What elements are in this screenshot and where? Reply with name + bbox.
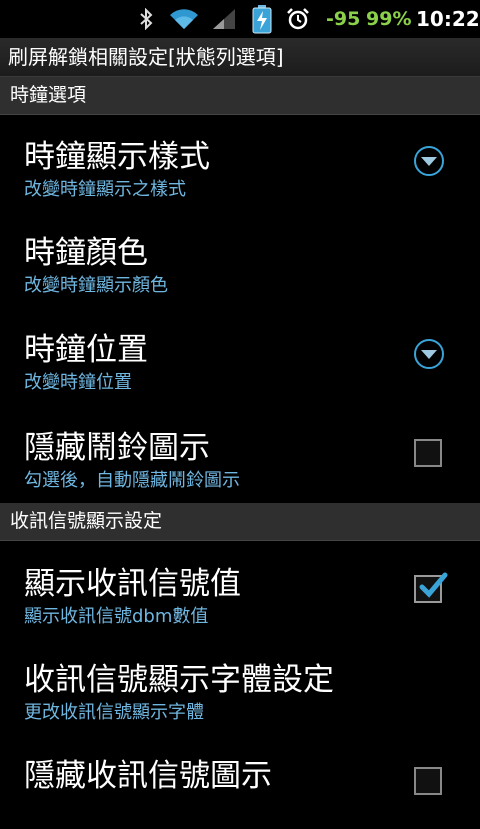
title-bar: 刷屏解鎖相關設定[狀態列選項] xyxy=(0,38,480,78)
pref-hide-alarm-icon[interactable]: 隱藏鬧鈴圖示 勾選後，自動隱藏鬧鈴圖示 xyxy=(0,405,480,501)
alarm-icon xyxy=(287,8,309,30)
pref-show-signal-value[interactable]: 顯示收訊信號值 顯示收訊信號dbm數值 xyxy=(0,541,480,637)
pref-summary: 更改收訊信號顯示字體 xyxy=(24,702,204,723)
battery-charging-icon xyxy=(252,5,272,34)
pref-title: 隱藏鬧鈴圖示 xyxy=(24,430,210,466)
section-label: 收訊信號顯示設定 xyxy=(10,510,163,532)
section-label: 時鐘選項 xyxy=(10,84,87,106)
dropdown-arrow-icon[interactable] xyxy=(414,146,444,176)
pref-clock-style[interactable]: 時鐘顯示樣式 改變時鐘顯示之樣式 xyxy=(0,114,480,210)
pref-title: 收訊信號顯示字體設定 xyxy=(24,662,334,698)
bluetooth-icon xyxy=(140,8,153,30)
pref-summary: 改變時鐘顯示顏色 xyxy=(24,275,168,296)
hide-alarm-checkbox[interactable] xyxy=(414,439,442,467)
hide-signal-checkbox[interactable] xyxy=(414,767,442,795)
pref-title: 顯示收訊信號值 xyxy=(24,566,241,602)
pref-signal-font[interactable]: 收訊信號顯示字體設定 更改收訊信號顯示字體 xyxy=(0,637,480,733)
pref-title: 時鐘顯示樣式 xyxy=(24,139,210,175)
pref-clock-color[interactable]: 時鐘顏色 改變時鐘顯示顏色 xyxy=(0,210,480,306)
section-header-clock: 時鐘選項 xyxy=(0,77,480,115)
pref-summary: 改變時鐘顯示之樣式 xyxy=(24,179,186,200)
pref-summary: 勾選後，自動隱藏鬧鈴圖示 xyxy=(24,470,240,491)
pref-title: 時鐘顏色 xyxy=(24,235,148,271)
pref-title: 隱藏收訊信號圖示 xyxy=(24,758,272,794)
pref-title: 時鐘位置 xyxy=(24,332,148,368)
status-bar: -95 99% 10:22 xyxy=(0,0,480,38)
show-signal-checkbox[interactable] xyxy=(414,572,448,603)
cell-signal-icon xyxy=(213,9,235,29)
battery-percent: 99% xyxy=(366,8,412,30)
checkmark-icon xyxy=(419,572,448,598)
wifi-icon xyxy=(170,9,198,30)
signal-strength-value: -95 xyxy=(326,8,361,30)
pref-summary: 改變時鐘位置 xyxy=(24,372,132,393)
page-title: 刷屏解鎖相關設定[狀態列選項] xyxy=(8,45,284,69)
clock-time: 10:22 xyxy=(416,7,480,31)
section-header-signal: 收訊信號顯示設定 xyxy=(0,503,480,541)
dropdown-arrow-icon[interactable] xyxy=(414,339,444,369)
pref-summary: 顯示收訊信號dbm數值 xyxy=(24,606,209,627)
pref-hide-signal-icon[interactable]: 隱藏收訊信號圖示 xyxy=(0,733,480,829)
pref-clock-position[interactable]: 時鐘位置 改變時鐘位置 xyxy=(0,307,480,403)
